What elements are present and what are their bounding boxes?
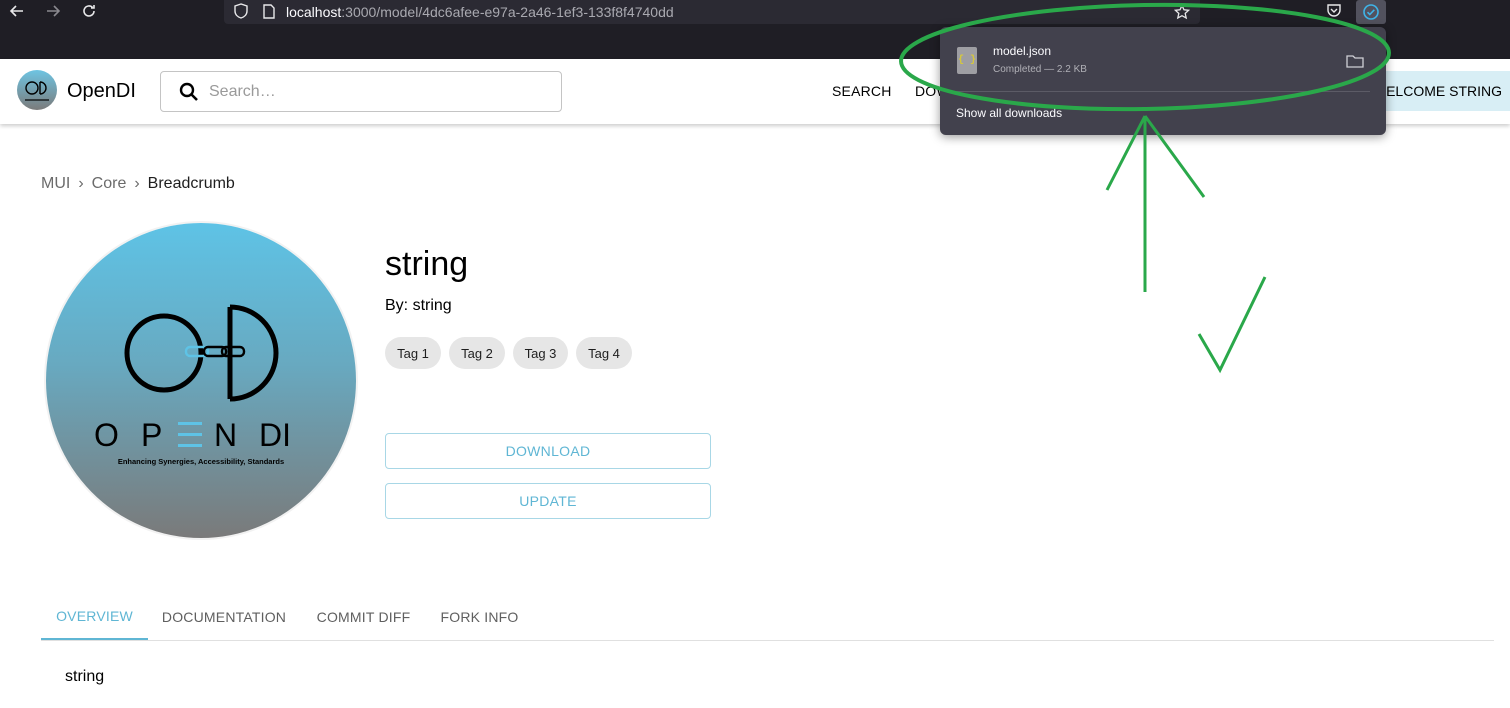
opendi-logo[interactable]	[17, 70, 57, 110]
download-status: Completed — 2.2 KB	[993, 64, 1087, 75]
url-bar[interactable]: localhost:3000/model/4dc6afee-e97a-2a46-…	[224, 0, 1200, 24]
search-input[interactable]	[209, 81, 539, 103]
back-arrow-icon[interactable]	[5, 0, 29, 22]
tag-chip[interactable]: Tag 4	[576, 337, 632, 369]
tab-content-text: string	[65, 668, 105, 685]
breadcrumb: MUI › Core › Breadcrumb	[41, 175, 235, 193]
search-icon	[179, 82, 198, 101]
star-icon[interactable]	[1172, 2, 1192, 22]
breadcrumb-separator: ›	[134, 175, 140, 192]
json-file-icon[interactable]: { }	[957, 47, 977, 74]
tag-chip[interactable]: Tag 1	[385, 337, 441, 369]
logo-letter-n: N	[214, 417, 237, 453]
search-box[interactable]	[160, 71, 562, 112]
divider	[956, 91, 1370, 92]
download-button[interactable]: DOWNLOAD	[385, 433, 711, 469]
tab-bar: OVERVIEW DOCUMENTATION COMMIT DIFF FORK …	[41, 594, 1494, 641]
app-title[interactable]: OpenDI	[67, 80, 136, 103]
breadcrumb-item-core[interactable]: Core	[92, 175, 127, 193]
nav-search[interactable]: SEARCH	[832, 83, 892, 99]
download-filename[interactable]: model.json	[993, 44, 1051, 58]
tab-overview[interactable]: OVERVIEW	[41, 594, 148, 640]
logo-letters-di: DI	[259, 417, 291, 453]
show-all-downloads-link[interactable]: Show all downloads	[956, 106, 1062, 120]
url-text[interactable]: localhost:3000/model/4dc6afee-e97a-2a46-…	[286, 4, 674, 20]
tab-commit-diff[interactable]: COMMIT DIFF	[300, 594, 427, 640]
downloads-icon[interactable]	[1356, 0, 1386, 24]
breadcrumb-separator: ›	[78, 175, 84, 192]
url-host: localhost	[286, 4, 342, 20]
tag-chip[interactable]: Tag 2	[449, 337, 505, 369]
welcome-user-button[interactable]: WELCOME STRING	[1370, 71, 1510, 111]
tag-chip[interactable]: Tag 3	[513, 337, 568, 369]
shield-icon[interactable]	[232, 2, 250, 20]
tab-fork-info[interactable]: FORK INFO	[427, 594, 532, 640]
folder-icon[interactable]	[1346, 53, 1370, 71]
page-icon[interactable]	[260, 2, 278, 20]
tab-documentation[interactable]: DOCUMENTATION	[148, 594, 300, 640]
downloads-panel: { } model.json Completed — 2.2 KB Show a…	[940, 27, 1386, 135]
annotation-checkmark	[1197, 276, 1267, 374]
model-author: By: string	[385, 297, 452, 314]
logo-tagline: Enhancing Synergies, Accessibility, Stan…	[118, 457, 284, 466]
reload-icon[interactable]	[77, 0, 101, 22]
model-image: O P N DI Enhancing Synergies, Accessibil…	[46, 223, 356, 538]
update-button[interactable]: UPDATE	[385, 483, 711, 519]
url-path: :3000/model/4dc6afee-e97a-2a46-1ef3-133f…	[341, 4, 674, 20]
model-title: string	[385, 245, 469, 283]
forward-arrow-icon[interactable]	[41, 0, 65, 22]
breadcrumb-item-current: Breadcrumb	[147, 175, 235, 192]
breadcrumb-item-mui[interactable]: MUI	[41, 175, 70, 193]
file-icon-glyph: { }	[957, 55, 976, 66]
logo-letter-o: O	[94, 417, 119, 453]
logo-letter-p: P	[141, 417, 162, 453]
pocket-icon[interactable]	[1324, 1, 1344, 21]
